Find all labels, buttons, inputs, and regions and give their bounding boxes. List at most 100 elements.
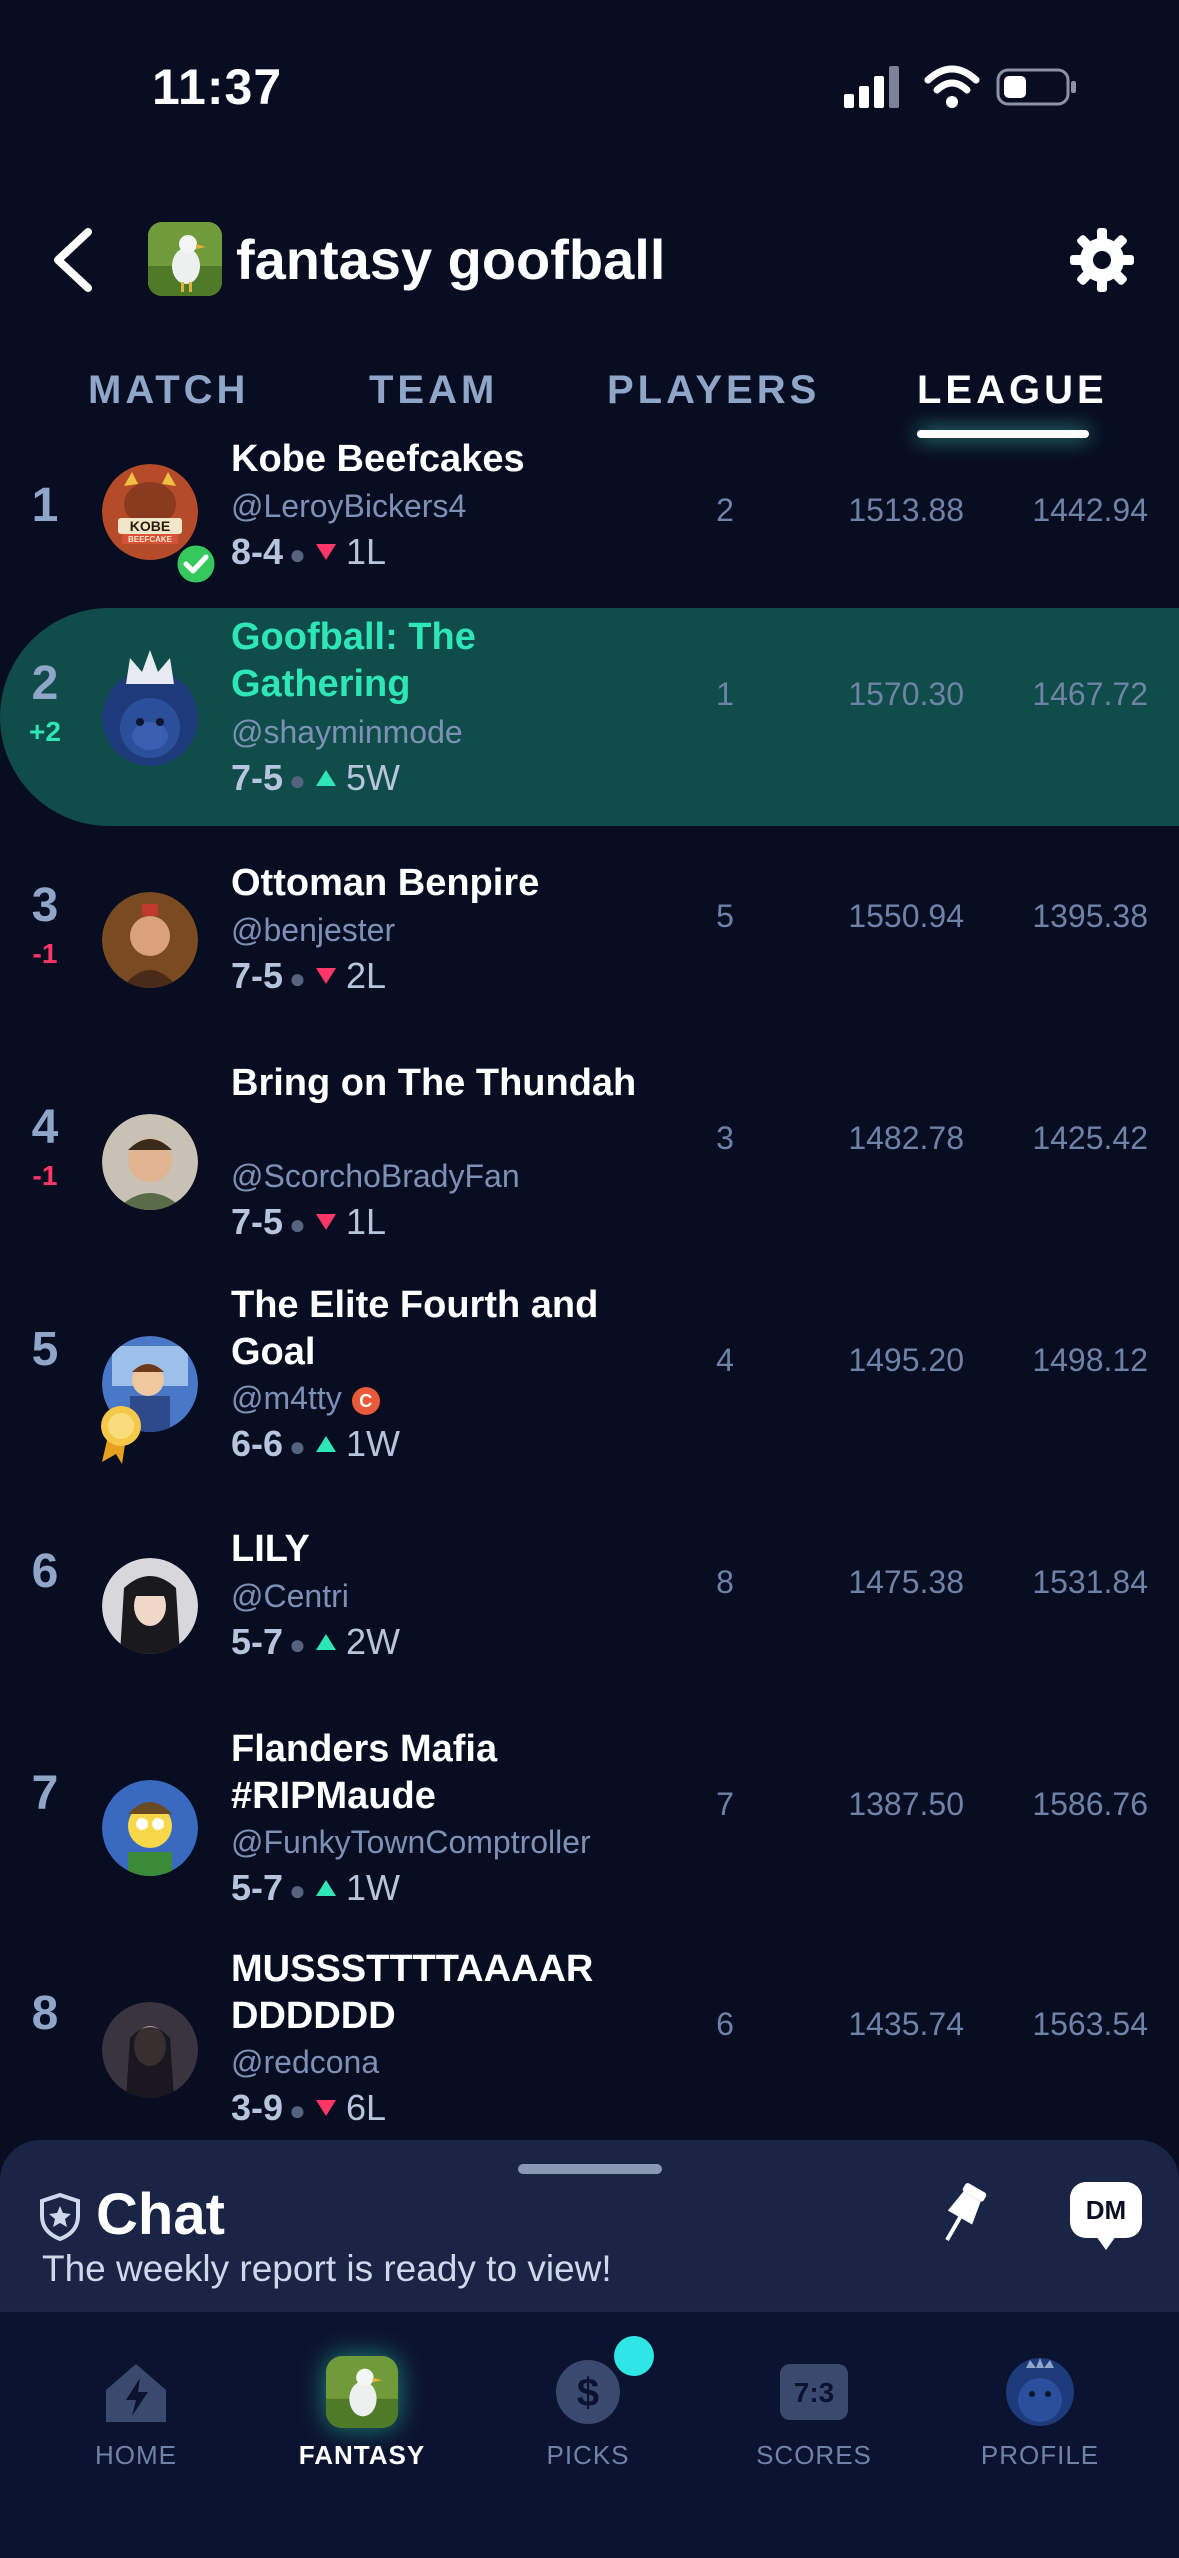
chat-drag-handle[interactable] <box>518 2164 662 2174</box>
scoreboard-icon: 7:3 <box>780 2364 848 2420</box>
owner-handle: @FunkyTownComptroller <box>231 1824 591 1860</box>
stat-column-2: 1550.94 <box>848 898 964 934</box>
nav-picks[interactable]: $ PICKS <box>488 2316 688 2476</box>
person-avatar-icon <box>102 2002 198 2098</box>
streak: 2W <box>345 1621 400 1662</box>
tab-players[interactable]: PLAYERS <box>607 360 820 420</box>
cellular-signal-icon <box>844 66 899 108</box>
wifi-icon <box>924 65 980 108</box>
stat-column-3: 1442.94 <box>1032 492 1148 528</box>
stat-column-2: 1495.20 <box>848 1342 964 1378</box>
rank-number: 7 <box>31 1767 59 1820</box>
svg-text:7:3: 7:3 <box>794 2377 834 2408</box>
standings-row[interactable]: 6 LILY @Centri 5-7 ● 2W 8 1475.38 1531.84 <box>0 1496 1179 1718</box>
notification-dot <box>614 2336 654 2376</box>
tab-league[interactable]: LEAGUE <box>917 360 1108 420</box>
standings-row[interactable]: 7 Flanders Mafia #RIPMaude @FunkyTownCom… <box>0 1718 1179 1940</box>
team-name: Goofball: The Gathering <box>231 616 476 705</box>
stat-column-1: 4 <box>716 1342 734 1378</box>
stat-column-3: 1395.38 <box>1032 898 1148 934</box>
team-avatar <box>102 1780 198 1876</box>
stat-column-3: 1531.84 <box>1032 1564 1148 1600</box>
team-name: LILY <box>231 1528 310 1570</box>
rank-number: 5 <box>31 1323 59 1376</box>
status-time: 11:37 <box>152 59 283 115</box>
person-avatar-icon <box>102 1114 198 1210</box>
team-record: 5-7 ● 1W <box>231 1867 400 1908</box>
team-record: 3-9 ● 6L <box>231 2087 386 2128</box>
person-avatar-icon <box>102 892 198 988</box>
dollar-coin-icon: $ <box>556 2360 620 2424</box>
back-chevron-icon[interactable] <box>50 226 94 294</box>
svg-text:$: $ <box>577 2371 599 2415</box>
team-record: 7-5 ● 1L <box>231 1201 386 1242</box>
profile-avatar-icon <box>1006 2358 1074 2426</box>
rank-number: 6 <box>31 1545 59 1598</box>
streak: 1L <box>345 531 386 572</box>
standings-row[interactable]: 5 The Elite Fourth and Goal @m4tty C 6-6 ●… <box>0 1274 1179 1496</box>
stat-column-2: 1482.78 <box>848 1120 964 1156</box>
chat-title[interactable]: Chat <box>96 2180 225 2250</box>
stat-column-2: 1513.88 <box>848 492 964 528</box>
owner-handle: @shayminmode <box>231 714 463 750</box>
owner-handle: @redcona <box>231 2044 380 2080</box>
streak-up-icon <box>315 1880 336 1896</box>
nav-profile[interactable]: PROFILE <box>940 2316 1140 2476</box>
team-avatar <box>102 1114 198 1210</box>
chat-preview-text[interactable]: The weekly report is ready to view! <box>42 2244 612 2294</box>
rank-number: 3 <box>31 879 59 932</box>
battery-icon <box>996 68 1076 106</box>
shield-star-icon <box>40 2192 80 2242</box>
streak: 1W <box>345 1423 400 1464</box>
nav-profile-label: PROFILE <box>980 2440 1100 2470</box>
stat-column-2: 1475.38 <box>848 1564 964 1600</box>
owner-handle: @LeroyBickers4 <box>231 488 467 524</box>
standings-row[interactable]: 3 -1 Ottoman Benpire @benjester 7-5 ● 2L 5… <box>0 830 1179 1052</box>
nav-scores-label: SCORES <box>756 2440 872 2470</box>
rank-number: 1 <box>31 479 59 532</box>
commissioner-badge-icon: C <box>351 1386 380 1415</box>
stat-column-1: 7 <box>716 1786 734 1822</box>
team-record: 8-4 ● 1L <box>231 531 386 572</box>
team-name: The Elite Fourth and Goal <box>231 1284 599 1373</box>
streak: 1W <box>345 1867 400 1908</box>
kobe-logo-text: KOBE <box>130 518 170 534</box>
team-name: Ottoman Benpire <box>231 862 540 904</box>
streak-down-icon <box>315 544 336 560</box>
pin-icon[interactable] <box>930 2178 994 2250</box>
stat-column-1: 6 <box>716 2006 734 2042</box>
owner-handle: @m4tty C <box>231 1378 380 1418</box>
active-tab-indicator <box>917 430 1089 438</box>
person-avatar-icon <box>102 1558 198 1654</box>
crown-icon <box>126 650 174 684</box>
standings-list[interactable]: 1 KOBE BEEFCAKE Kobe Beefcakes @LeroyBic… <box>0 440 1179 2140</box>
rank-number: 8 <box>31 1987 59 2040</box>
rank-change-up: +2 <box>29 716 61 747</box>
stat-column-3: 1586.76 <box>1032 1786 1148 1822</box>
stat-column-3: 1498.12 <box>1032 1342 1148 1378</box>
nav-scores[interactable]: 7:3 SCORES <box>714 2316 914 2476</box>
settings-gear-icon[interactable] <box>1068 226 1136 294</box>
tab-bar: MATCH TEAM PLAYERS LEAGUE <box>0 360 1179 440</box>
nav-fantasy[interactable]: FANTASY <box>262 2316 462 2476</box>
team-name: MUSSSTTTTAAAAR DDDDDD <box>231 1948 594 2037</box>
tab-team[interactable]: TEAM <box>369 360 498 420</box>
streak: 6L <box>345 2087 386 2128</box>
direct-message-button[interactable]: DM <box>1070 2182 1142 2238</box>
stat-column-1: 8 <box>716 1564 734 1600</box>
owner-handle: @ScorchoBradyFan <box>231 1158 520 1194</box>
stat-column-3: 1467.72 <box>1032 676 1148 712</box>
standings-row[interactable]: 4 -1 Bring on The Thundah @ScorchoBradyF… <box>0 1052 1179 1274</box>
streak-down-icon <box>315 968 336 984</box>
stat-column-2: 1435.74 <box>848 2006 964 2042</box>
nav-fantasy-label: FANTASY <box>298 2440 426 2470</box>
owner-handle: @Centri <box>231 1578 349 1614</box>
stat-column-1: 1 <box>716 676 734 712</box>
streak-down-icon <box>315 2100 336 2116</box>
tab-match[interactable]: MATCH <box>88 360 249 420</box>
team-record: 7-5 ● 2L <box>231 955 386 996</box>
stat-column-1: 2 <box>716 492 734 528</box>
standings-row-current-user[interactable]: 2 +2 Goofball: The Gathering @shayminmod… <box>0 608 1179 830</box>
nav-home[interactable]: HOME <box>36 2316 236 2476</box>
standings-row[interactable]: 8 MUSSSTTTTAAAAR DDDDDD @redcona 3-9 ● 6L … <box>0 1940 1179 2140</box>
